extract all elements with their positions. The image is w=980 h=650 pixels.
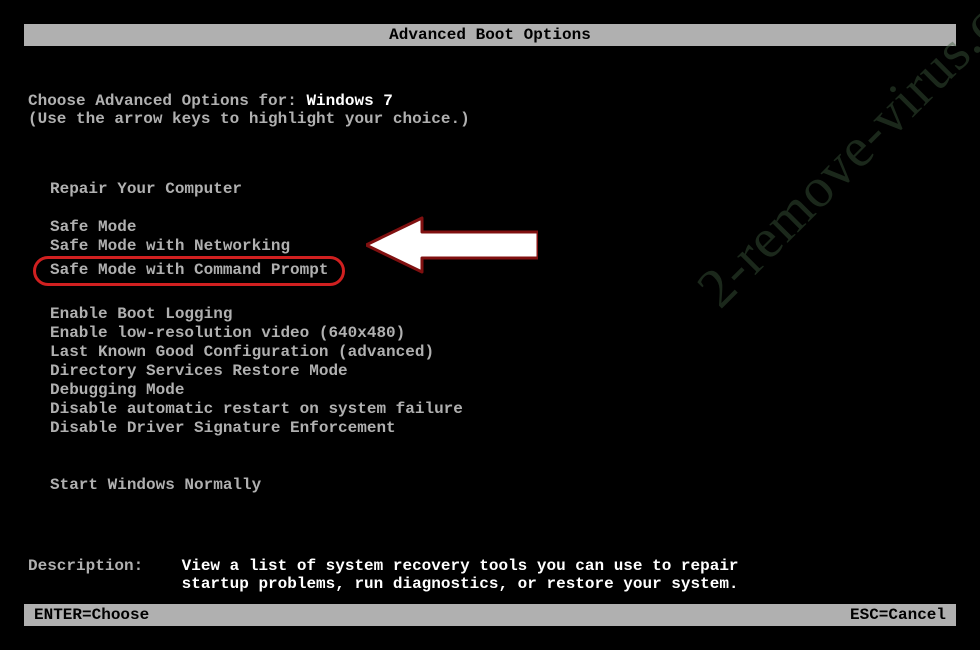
title-bar: Advanced Boot Options (24, 24, 956, 46)
menu-item-safe-mode-cmd[interactable]: Safe Mode with Command Prompt (33, 256, 345, 286)
description-label: Description: (28, 557, 182, 575)
footer-enter: ENTER=Choose (34, 604, 149, 626)
description-block: Description: View a list of system recov… (28, 557, 956, 593)
spacer (50, 286, 956, 305)
intro-prefix: Choose Advanced Options for: (28, 92, 306, 110)
menu-item-lkgc[interactable]: Last Known Good Configuration (advanced) (50, 343, 956, 362)
menu-item-no-auto-restart[interactable]: Disable automatic restart on system fail… (50, 400, 956, 419)
footer-bar: ENTER=Choose ESC=Cancel (24, 604, 956, 626)
description-text: View a list of system recovery tools you… (182, 557, 739, 593)
os-name: Windows 7 (306, 92, 392, 110)
menu-item-repair[interactable]: Repair Your Computer (50, 180, 956, 199)
intro-block: Choose Advanced Options for: Windows 7 (… (28, 92, 956, 128)
boot-menu[interactable]: Repair Your Computer Safe Mode Safe Mode… (50, 180, 956, 495)
menu-item-no-driver-sig[interactable]: Disable Driver Signature Enforcement (50, 419, 956, 438)
spacer (50, 199, 956, 218)
menu-item-boot-logging[interactable]: Enable Boot Logging (50, 305, 956, 324)
menu-item-safe-mode-networking[interactable]: Safe Mode with Networking (50, 237, 956, 256)
menu-item-safe-mode[interactable]: Safe Mode (50, 218, 956, 237)
spacer (50, 438, 956, 476)
menu-item-start-normally[interactable]: Start Windows Normally (50, 476, 956, 495)
title-text: Advanced Boot Options (389, 26, 591, 44)
footer-esc: ESC=Cancel (850, 604, 946, 626)
menu-item-safe-mode-cmd-wrapper: Safe Mode with Command Prompt (50, 256, 956, 286)
menu-item-dsrm[interactable]: Directory Services Restore Mode (50, 362, 956, 381)
menu-item-low-res[interactable]: Enable low-resolution video (640x480) (50, 324, 956, 343)
intro-line: Choose Advanced Options for: Windows 7 (28, 92, 956, 110)
boot-options-screen: Advanced Boot Options Choose Advanced Op… (0, 0, 980, 650)
menu-item-debug[interactable]: Debugging Mode (50, 381, 956, 400)
intro-hint: (Use the arrow keys to highlight your ch… (28, 110, 956, 128)
